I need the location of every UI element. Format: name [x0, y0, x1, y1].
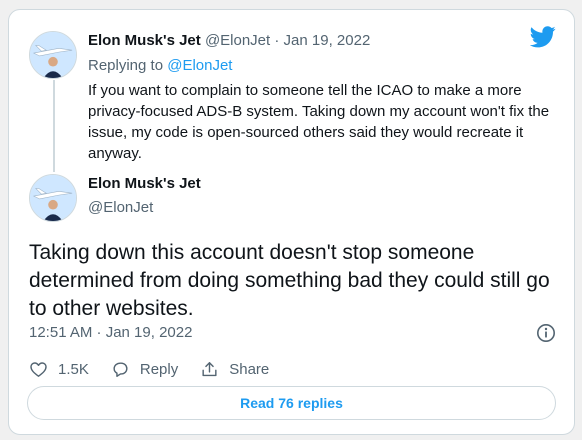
parent-author-handle[interactable]: @ElonJet — [205, 32, 270, 49]
author-name[interactable]: Elon Musk's Jet — [88, 175, 201, 192]
parent-tweet-text: If you want to complain to someone tell … — [88, 82, 550, 162]
like-button[interactable]: 1.5K — [29, 360, 89, 379]
embedded-tweet-card: Elon Musk's Jet @ElonJet · Jan 19, 2022 … — [8, 9, 575, 435]
twitter-bird-icon[interactable] — [530, 26, 556, 48]
like-count: 1.5K — [58, 360, 89, 378]
replying-to-handle-link[interactable]: @ElonJet — [167, 57, 232, 74]
share-button[interactable]: Share — [200, 360, 269, 379]
avatar[interactable] — [29, 174, 77, 222]
read-replies-button[interactable]: Read 76 replies — [27, 386, 556, 420]
reply-label: Reply — [139, 360, 179, 378]
author-handle[interactable]: @ElonJet — [88, 199, 153, 216]
share-label: Share — [229, 360, 270, 378]
separator-dot: · — [274, 32, 280, 49]
avatar[interactable] — [29, 31, 77, 79]
tweet-actions-bar: 1.5K Reply Share — [29, 358, 291, 380]
share-upload-icon — [202, 361, 217, 376]
info-icon[interactable] — [536, 323, 556, 343]
parent-tweet-header: Elon Musk's Jet @ElonJet · Jan 19, 2022 — [88, 32, 370, 49]
reply-button[interactable]: Reply — [111, 360, 178, 379]
thread-connector-line — [53, 80, 55, 172]
heart-icon — [30, 361, 47, 377]
replying-to-line: Replying to @ElonJet — [88, 57, 232, 74]
parent-author-name[interactable]: Elon Musk's Jet — [88, 32, 201, 49]
tweet-timestamp-link[interactable]: 12:51 AM · Jan 19, 2022 — [29, 324, 192, 341]
speech-bubble-icon — [113, 361, 128, 377]
tweet-text: Taking down this account doesn't stop so… — [29, 241, 550, 320]
replying-to-label: Replying to — [88, 57, 164, 74]
parent-tweet-date[interactable]: Jan 19, 2022 — [284, 32, 371, 49]
